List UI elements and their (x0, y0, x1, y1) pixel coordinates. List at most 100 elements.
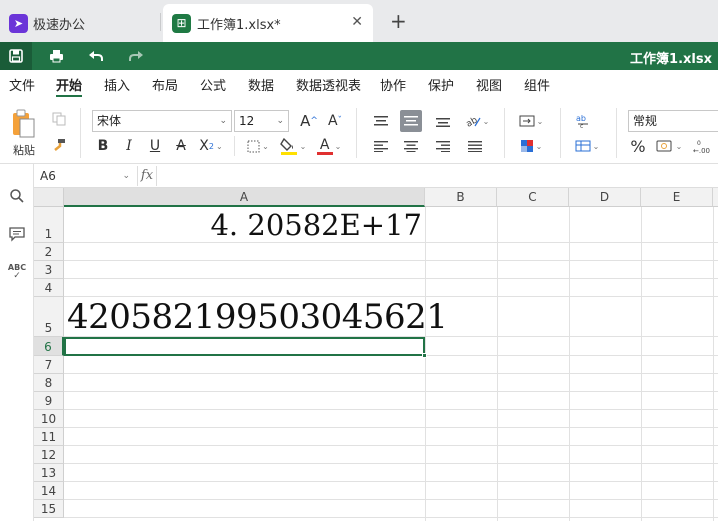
table-row (64, 392, 718, 410)
tab-separator (160, 13, 161, 31)
font-color-icon[interactable]: A ⌄ (314, 134, 344, 158)
menu-file[interactable]: 文件 (9, 75, 35, 94)
text-orientation-icon[interactable]: ab ⌄ (462, 110, 492, 132)
justify-icon[interactable] (464, 136, 486, 156)
subscript-button[interactable]: X 2 ⌄ (198, 136, 224, 156)
currency-format-icon[interactable]: ⌄ (652, 136, 686, 156)
redo-icon[interactable] (120, 42, 152, 70)
copy-icon[interactable] (50, 110, 68, 128)
row-header-14[interactable]: 14 (34, 482, 64, 500)
menu-formula[interactable]: 公式 (200, 75, 226, 94)
row-header-15[interactable]: 15 (34, 500, 64, 518)
align-middle-icon[interactable] (400, 110, 422, 132)
font-name-select[interactable]: 宋体 ⌄ (92, 110, 232, 132)
row-header-3[interactable]: 3 (34, 261, 64, 279)
tab-workbook[interactable]: ⊞ 工作簿1.xlsx* ✕ (163, 4, 373, 42)
ribbon-separator (356, 108, 357, 158)
menu-collaborate[interactable]: 协作 (380, 75, 406, 94)
active-menu-indicator (56, 95, 82, 97)
menu-data[interactable]: 数据 (248, 75, 274, 94)
wrap-text-icon[interactable]: ⌄ (516, 110, 546, 132)
row-header-4[interactable]: 4 (34, 279, 64, 297)
row-header-7[interactable]: 7 (34, 356, 64, 374)
row-header-13[interactable]: 13 (34, 464, 64, 482)
name-box[interactable]: A6 ⌄ (36, 166, 134, 186)
cell-A1[interactable]: 4. 20582E+17 (210, 208, 422, 242)
font-color-letter: A (319, 136, 330, 153)
row-header-9[interactable]: 9 (34, 392, 64, 410)
spreadsheet-grid[interactable]: A B C D E 1 2 3 4 5 6 7 8 9 10 11 12 13 … (34, 188, 718, 521)
save-icon[interactable] (0, 42, 32, 70)
menu-layout[interactable]: 布局 (152, 75, 178, 94)
autosum-icon[interactable]: ab c (572, 110, 594, 132)
column-header-A[interactable]: A (64, 188, 425, 207)
decrease-decimal-icon[interactable]: 0 ←.00 (690, 136, 716, 156)
align-top-icon[interactable] (370, 110, 392, 132)
column-header-D[interactable]: D (569, 188, 641, 207)
percent-button[interactable]: % (628, 136, 648, 156)
number-format-select[interactable]: 常规 (628, 110, 718, 132)
subscript-label: X (199, 138, 209, 154)
function-icon[interactable]: fx (137, 166, 157, 186)
chevron-down-icon: ⌄ (334, 141, 342, 151)
new-tab-plus-icon[interactable]: + (390, 9, 407, 33)
column-header-C[interactable]: C (497, 188, 569, 207)
table-row (64, 482, 718, 500)
row-header-8[interactable]: 8 (34, 374, 64, 392)
underline-button[interactable]: U (146, 136, 164, 156)
font-size-select[interactable]: 12 ⌄ (234, 110, 289, 132)
table-row (64, 356, 718, 374)
menu-bar: 文件 开始 插入 布局 公式 数据 数据透视表 协作 保护 视图 组件 (0, 70, 718, 98)
formula-input[interactable] (160, 166, 710, 186)
align-center-icon[interactable] (400, 136, 422, 156)
column-header-E[interactable]: E (641, 188, 713, 207)
column-header-B[interactable]: B (425, 188, 497, 207)
spellcheck-icon[interactable]: ABC ✓ (7, 262, 27, 282)
format-painter-icon[interactable] (50, 136, 68, 154)
insert-table-icon[interactable]: ⌄ (572, 136, 602, 156)
svg-text:c: c (580, 123, 583, 129)
ribbon-separator (234, 136, 235, 156)
close-icon[interactable]: ✕ (351, 14, 363, 30)
borders-icon[interactable]: ⌄ (244, 136, 272, 156)
cell-A5[interactable]: 420582199503045621 (67, 297, 448, 337)
grow-font-button[interactable]: A ^ (298, 110, 320, 132)
row-header-11[interactable]: 11 (34, 428, 64, 446)
bold-button[interactable]: B (94, 136, 112, 156)
paste-icon[interactable] (8, 108, 40, 140)
fill-handle[interactable] (422, 353, 427, 358)
row-header-12[interactable]: 12 (34, 446, 64, 464)
menu-view[interactable]: 视图 (476, 75, 502, 94)
print-icon[interactable] (40, 42, 72, 70)
tab-home[interactable]: ➤ 极速办公 (0, 4, 160, 42)
align-bottom-icon[interactable] (432, 110, 454, 132)
select-all-corner[interactable] (34, 188, 64, 207)
row-header-6[interactable]: 6 (34, 337, 64, 356)
menu-pivot-table[interactable]: 数据透视表 (296, 75, 361, 94)
row-header-1[interactable]: 1 (34, 207, 64, 243)
cell-style-icon[interactable]: ⌄ (516, 136, 546, 156)
active-cell-selection[interactable] (64, 337, 425, 356)
italic-button[interactable]: I (120, 136, 138, 156)
search-icon[interactable] (7, 186, 27, 206)
chevron-down-icon: ⌄ (536, 116, 544, 126)
menu-insert[interactable]: 插入 (104, 75, 130, 94)
align-right-icon[interactable] (432, 136, 454, 156)
row-header-10[interactable]: 10 (34, 410, 64, 428)
align-left-icon[interactable] (370, 136, 392, 156)
menu-components[interactable]: 组件 (524, 75, 550, 94)
strikethrough-button[interactable]: A (172, 136, 190, 156)
menu-home[interactable]: 开始 (56, 75, 82, 94)
undo-icon[interactable] (80, 42, 112, 70)
paste-label[interactable]: 粘贴 (10, 142, 38, 158)
shrink-font-button[interactable]: Aˇ (324, 110, 346, 132)
svg-text:ab: ab (576, 114, 586, 123)
fill-color-icon[interactable]: ⌄ (278, 134, 308, 158)
comment-icon[interactable] (7, 224, 27, 244)
chevron-down-icon: ⌄ (276, 116, 284, 126)
row-header-2[interactable]: 2 (34, 243, 64, 261)
document-title: 工作簿1.xlsx (630, 52, 712, 67)
row-header-5[interactable]: 5 (34, 297, 64, 337)
table-row (64, 464, 718, 482)
menu-protect[interactable]: 保护 (428, 75, 454, 94)
